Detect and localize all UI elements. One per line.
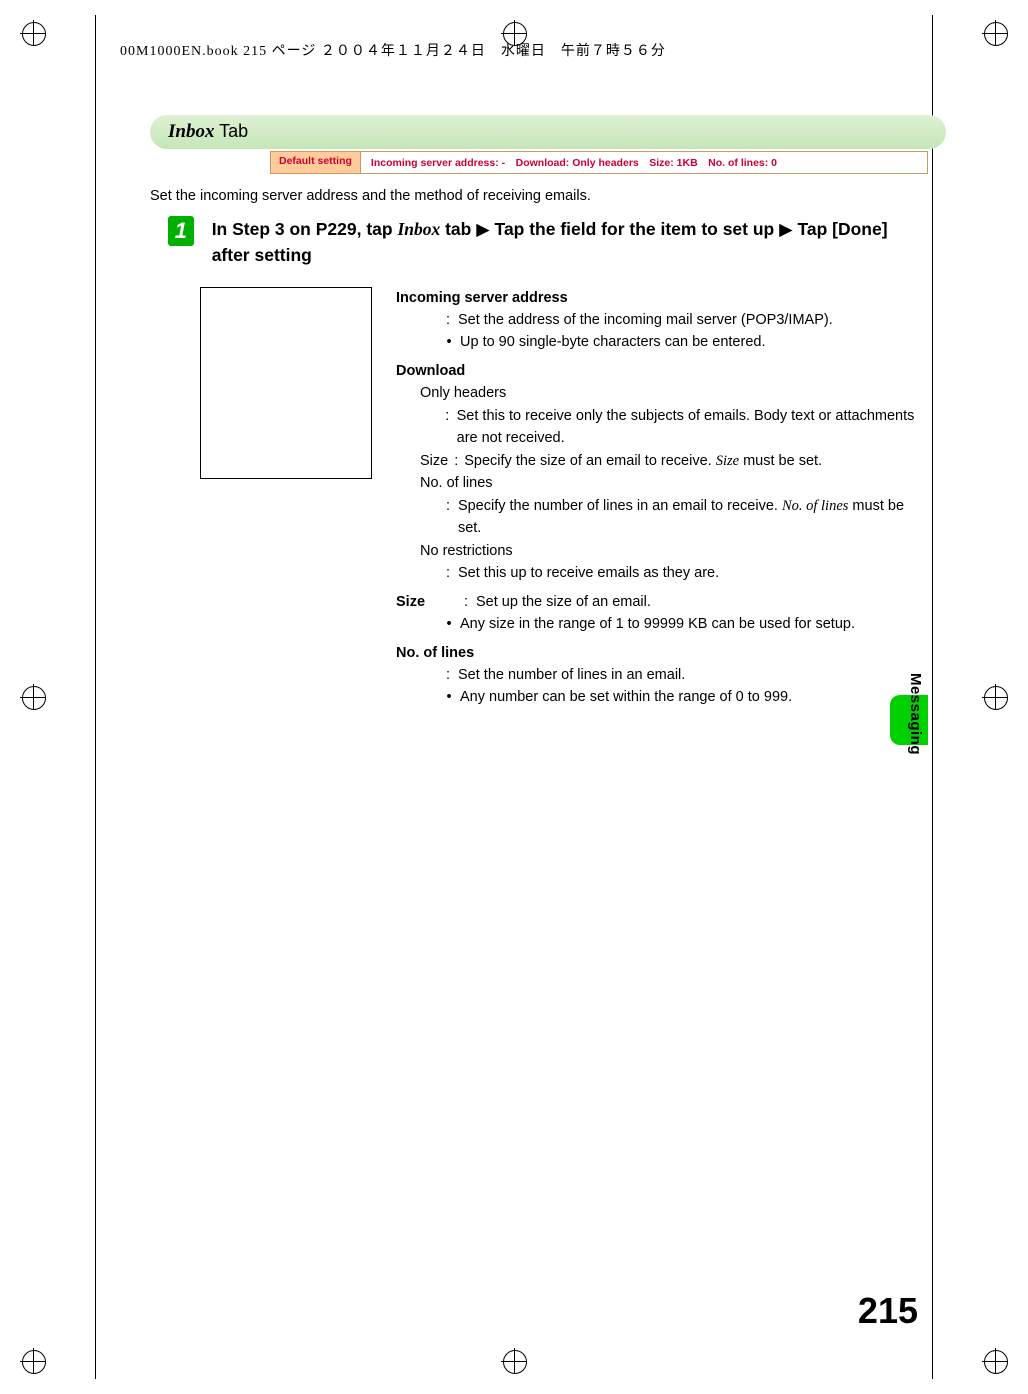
text: must be set.	[739, 453, 822, 469]
page-number: 215	[858, 1290, 918, 1332]
desc-nores: :Set this up to receive emails as they a…	[396, 562, 928, 584]
book-metadata: 00M1000EN.book 215 ページ ２００４年１１月２４日 水曜日 午…	[120, 40, 666, 60]
label-only-headers: Only headers	[396, 382, 928, 404]
section-title-rest: Tab	[214, 121, 248, 141]
text-italic: No. of lines	[782, 498, 848, 514]
text: Set the number of lines in an email.	[458, 664, 685, 686]
default-settings-label: Default setting	[271, 152, 361, 173]
desc-nol-in: : Specify the number of lines in an emai…	[396, 495, 928, 540]
text: Any size in the range of 1 to 99999 KB c…	[460, 613, 855, 635]
step-text: Tap the field for the item to set up	[490, 219, 779, 239]
arrow-icon: ▶	[779, 219, 792, 239]
text: Specify the number of lines in an email …	[458, 498, 782, 514]
text: Specify the size of an email to receive.	[464, 453, 715, 469]
registration-mark-icon	[982, 684, 1008, 710]
row-size-header: Size :Set up the size of an email.	[396, 585, 928, 613]
registration-mark-icon	[20, 684, 46, 710]
details: Incoming server address :Set the address…	[396, 287, 928, 709]
text: Any number can be set within the range o…	[460, 686, 792, 708]
step-instruction: In Step 3 on P229, tap Inbox tab ▶ Tap t…	[212, 216, 928, 269]
registration-mark-icon	[982, 20, 1008, 46]
intro-text: Set the incoming server address and the …	[150, 188, 928, 204]
heading-size: Size	[396, 591, 444, 613]
heading-download: Download	[396, 360, 928, 382]
manual-page: 00M1000EN.book 215 ページ ２００４年１１月２４日 水曜日 午…	[0, 0, 1028, 1394]
heading-incoming: Incoming server address	[396, 287, 928, 309]
section-title-italic: Inbox	[168, 121, 214, 142]
bullet-incoming: •Up to 90 single-byte characters can be …	[396, 331, 928, 353]
desc-incoming: :Set the address of the incoming mail se…	[396, 309, 928, 331]
body-row: Incoming server address :Set the address…	[200, 287, 928, 709]
screenshot-placeholder	[200, 287, 372, 479]
crop-line	[95, 15, 96, 1379]
step-text: In Step 3 on P229, tap	[212, 219, 398, 239]
content: Inbox Tab Default setting Incoming serve…	[150, 115, 928, 709]
bullet-size: •Any size in the range of 1 to 99999 KB …	[396, 613, 928, 635]
bullet-nol: •Any number can be set within the range …	[396, 686, 928, 708]
default-settings-values: Incoming server address: - Download: Onl…	[361, 152, 787, 173]
text: Size	[420, 450, 448, 472]
desc-only-headers: :Set this to receive only the subjects o…	[396, 405, 928, 450]
arrow-icon: ▶	[476, 219, 489, 239]
desc-size: :Set up the size of an email.	[462, 591, 651, 613]
label-nores: No restrictions	[396, 540, 928, 562]
step-text: tab	[440, 219, 476, 239]
text-italic: Size	[716, 453, 739, 469]
desc-nol: :Set the number of lines in an email.	[396, 664, 928, 686]
heading-nol: No. of lines	[396, 642, 928, 664]
registration-mark-icon	[20, 20, 46, 46]
side-label: Messaging	[907, 673, 924, 755]
default-settings-row: Default setting Incoming server address:…	[270, 151, 928, 174]
text: Set up the size of an email.	[476, 591, 651, 613]
text: Set this up to receive emails as they ar…	[458, 562, 719, 584]
text: Set the address of the incoming mail ser…	[458, 309, 833, 331]
step-text-italic: Inbox	[397, 219, 440, 239]
registration-mark-icon	[982, 1348, 1008, 1374]
section-header: Inbox Tab	[150, 115, 946, 149]
text: Set this to receive only the subjects of…	[457, 405, 928, 450]
label-nol-in: No. of lines	[396, 472, 928, 494]
desc-size-in: Size: Specify the size of an email to re…	[396, 450, 928, 472]
step: 1 In Step 3 on P229, tap Inbox tab ▶ Tap…	[168, 216, 928, 269]
step-number: 1	[168, 216, 194, 246]
crop-line	[932, 15, 933, 1379]
registration-mark-icon	[20, 1348, 46, 1374]
text: Up to 90 single-byte characters can be e…	[460, 331, 765, 353]
registration-mark-icon	[501, 1348, 527, 1374]
